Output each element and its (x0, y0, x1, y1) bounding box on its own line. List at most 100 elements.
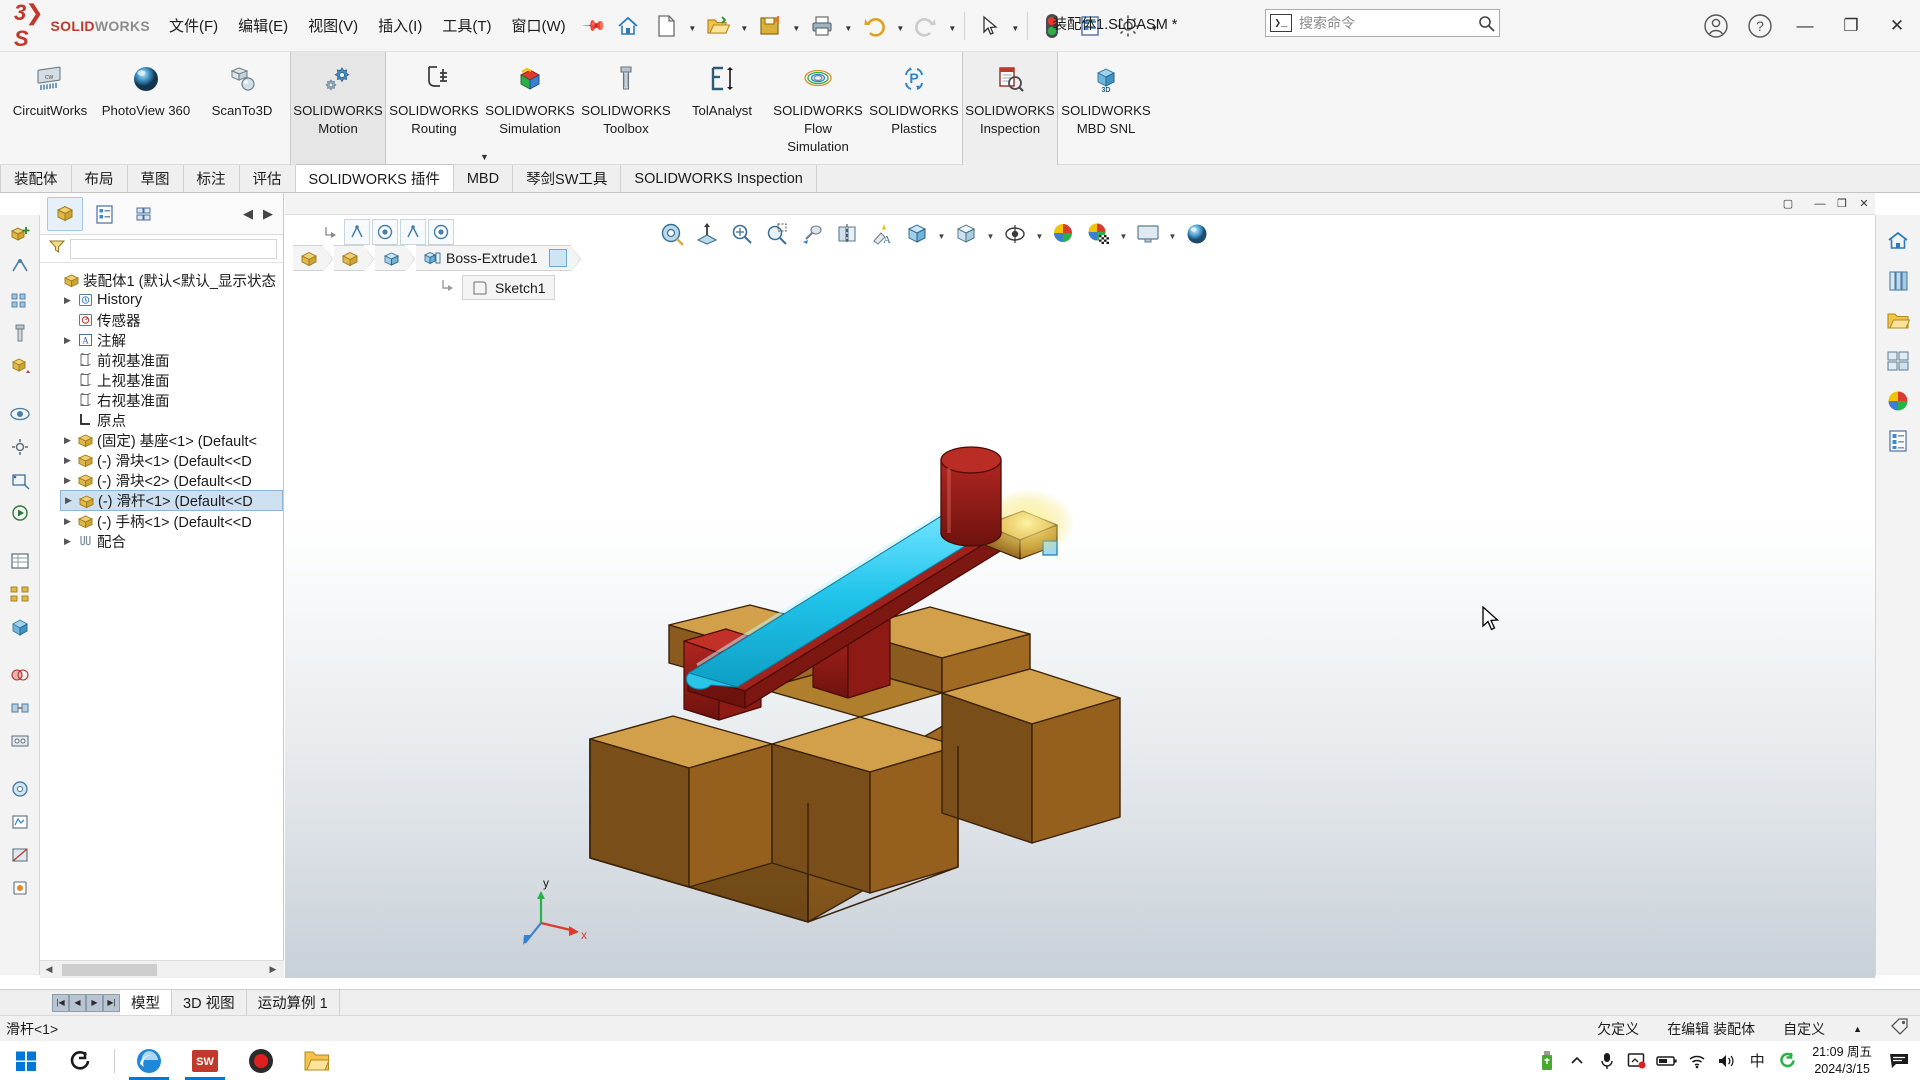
ribbon-solidworks-mbd-snl[interactable]: 3D SOLIDWORKS MBD SNL (1058, 52, 1154, 165)
smart-fasteners-icon[interactable] (4, 318, 36, 348)
menu-edit[interactable]: 编辑(E) (229, 9, 297, 42)
new-motion-study-icon[interactable] (4, 498, 36, 528)
tree-item-history[interactable]: ▶ History (46, 290, 283, 310)
tree-item-mates[interactable]: ▶ 配合 (46, 531, 283, 551)
expand-arrow[interactable]: ▶ (60, 455, 75, 466)
status-caret-icon[interactable]: ▲ (1853, 1024, 1862, 1034)
tab-layout[interactable]: 布局 (71, 165, 128, 192)
feature-tree-tab[interactable] (47, 196, 83, 231)
interference-detection-icon[interactable] (4, 660, 36, 690)
tree-item-top-plane[interactable]: 上视基准面 (46, 370, 283, 390)
show-hidden-icons-chevron[interactable] (1562, 1041, 1592, 1080)
bill-of-materials-icon[interactable] (4, 546, 36, 576)
tree-item-front-plane[interactable]: 前视基准面 (46, 350, 283, 370)
expand-arrow[interactable]: ▶ (60, 335, 75, 346)
taskbar-app-sogou[interactable] (52, 1041, 108, 1080)
section-properties-icon[interactable] (4, 840, 36, 870)
nav-back-icon[interactable]: ◀ (239, 204, 257, 224)
notification-icon[interactable] (1882, 1041, 1916, 1080)
home-icon[interactable] (609, 6, 647, 46)
configuration-manager-tab[interactable] (125, 197, 161, 231)
tab-sketch[interactable]: 草图 (127, 165, 184, 192)
taskbar-clock[interactable]: 21:09 周五 2024/3/15 (1802, 1044, 1882, 1077)
tab-evaluate[interactable]: 评估 (239, 165, 296, 192)
tree-item-sensors[interactable]: 传感器 (46, 310, 283, 330)
ime-chinese-icon[interactable]: 中 (1742, 1041, 1772, 1080)
user-account-icon[interactable] (1694, 0, 1738, 52)
model-tab-3d-views[interactable]: 3D 视图 (172, 990, 247, 1015)
file-explorer-icon[interactable] (1881, 305, 1915, 337)
tab-markup[interactable]: 标注 (183, 165, 240, 192)
tree-item-base-fixed[interactable]: ▶ (固定) 基座<1> (Default< (46, 430, 283, 450)
ribbon-solidworks-plastics[interactable]: P SOLIDWORKS Plastics (866, 52, 962, 165)
taskbar-app-solidworks[interactable]: SW (177, 1041, 233, 1080)
microphone-icon[interactable] (1592, 1041, 1622, 1080)
close-button[interactable]: ✕ (1874, 0, 1920, 52)
menu-file[interactable]: 文件(F) (160, 9, 227, 42)
print-caret[interactable]: ▼ (841, 6, 855, 46)
save-caret[interactable]: ▼ (789, 6, 803, 46)
ribbon-tolanalyst[interactable]: TolAnalyst (674, 52, 770, 165)
tag-icon[interactable] (1890, 1018, 1910, 1039)
menu-insert[interactable]: 插入(I) (369, 9, 431, 42)
property-manager-tab[interactable] (86, 197, 122, 231)
move-component-icon[interactable] (4, 351, 36, 381)
ribbon-solidworks-flow-simulation[interactable]: SOLIDWORKS Flow Simulation (770, 52, 866, 165)
tab-solidworks-addins[interactable]: SOLIDWORKS 插件 (295, 164, 454, 192)
view-palette-icon[interactable] (1881, 345, 1915, 377)
new-document-icon[interactable] (647, 6, 685, 46)
search-input[interactable]: 搜索命令 (1292, 13, 1473, 33)
nav-next-icon[interactable]: ▶ (86, 993, 103, 1012)
maximize-button[interactable]: ❐ (1828, 0, 1874, 52)
minimize-button[interactable]: — (1782, 0, 1828, 52)
taskbar-app-explorer[interactable] (289, 1041, 345, 1080)
ribbon-solidworks-simulation[interactable]: SOLIDWORKS Simulation (482, 52, 578, 165)
open-document-caret[interactable]: ▼ (737, 6, 751, 46)
nav-last-icon[interactable]: ▶| (103, 993, 120, 1012)
nav-forward-icon[interactable]: ▶ (259, 204, 277, 224)
expand-arrow[interactable]: ▶ (61, 495, 76, 506)
assembly-insert-component-icon[interactable] (4, 219, 36, 249)
redo-icon[interactable] (907, 6, 945, 46)
tree-item-handle-1[interactable]: ▶ (-) 手柄<1> (Default<<D (46, 511, 283, 531)
tree-item-assembly[interactable]: 装配体1 (默认<默认_显示状态 (46, 270, 283, 290)
custom-properties-icon[interactable] (1881, 425, 1915, 457)
tree-item-slider-2[interactable]: ▶ (-) 滑块<2> (Default<<D (46, 470, 283, 490)
tree-item-slider-1[interactable]: ▶ (-) 滑块<1> (Default<<D (46, 450, 283, 470)
taskbar-app-edge[interactable] (121, 1041, 177, 1080)
tab-qinjian-sw-tools[interactable]: 琴剑SW工具 (513, 165, 622, 192)
help-icon[interactable]: ? (1738, 0, 1782, 52)
search-icon[interactable] (1473, 15, 1499, 32)
menu-window[interactable]: 窗口(W) (502, 9, 574, 42)
open-document-icon[interactable] (699, 6, 737, 46)
expand-arrow[interactable]: ▶ (60, 475, 75, 486)
tab-assembly[interactable]: 装配体 (0, 165, 72, 192)
expand-arrow[interactable]: ▶ (60, 516, 75, 527)
cad-model-3d[interactable]: y x (285, 193, 1875, 978)
redo-caret[interactable]: ▼ (945, 6, 959, 46)
save-icon[interactable] (751, 6, 789, 46)
print-icon[interactable] (803, 6, 841, 46)
ribbon-expand-icon[interactable]: ▼ (480, 152, 489, 162)
assembly-features-icon[interactable] (4, 432, 36, 462)
ribbon-solidworks-motion[interactable]: SOLIDWORKS Motion (290, 52, 386, 165)
volume-icon[interactable] (1712, 1041, 1742, 1080)
instant3d-icon[interactable] (4, 612, 36, 642)
menu-view[interactable]: 视图(V) (299, 9, 367, 42)
tree-item-slide-rod-1[interactable]: ▶ (-) 滑杆<1> (Default<<D (60, 490, 283, 511)
hole-alignment-icon[interactable] (4, 726, 36, 756)
expand-arrow[interactable]: ▶ (60, 536, 75, 547)
scroll-thumb[interactable] (62, 963, 157, 976)
reference-geometry-icon[interactable] (4, 465, 36, 495)
pin-icon[interactable]: 📌 (581, 13, 607, 38)
sensor-tool-icon[interactable] (4, 873, 36, 903)
show-hidden-icon[interactable] (4, 399, 36, 429)
taskbar-app-recorder[interactable] (233, 1041, 289, 1080)
clearance-verification-icon[interactable] (4, 693, 36, 723)
menu-tools[interactable]: 工具(T) (433, 9, 500, 42)
model-tab-motion-study[interactable]: 运动算例 1 (247, 990, 340, 1015)
appearances-scenes-icon[interactable] (1881, 385, 1915, 417)
undo-caret[interactable]: ▼ (893, 6, 907, 46)
windows-start-icon[interactable] (0, 1041, 52, 1080)
filter-input[interactable] (70, 238, 277, 259)
